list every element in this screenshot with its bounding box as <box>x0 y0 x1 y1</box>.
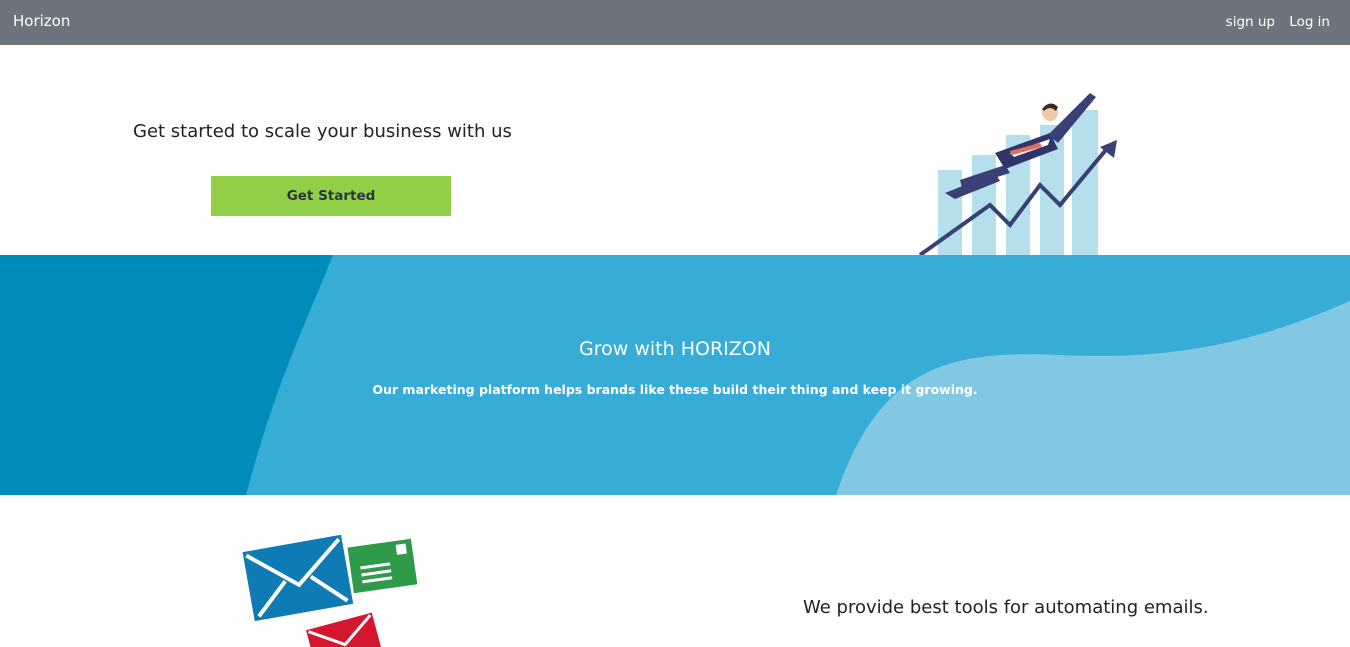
features-section: We provide best tools for automating ema… <box>0 495 1350 647</box>
top-navbar: Horizon sign up Log in <box>0 0 1350 45</box>
business-growth-illustration <box>918 93 1117 257</box>
log-in-link[interactable]: Log in <box>1289 14 1330 30</box>
banner-subtitle: Our marketing platform helps brands like… <box>372 382 978 397</box>
feature-description: We provide best tools for automating ema… <box>803 597 1209 618</box>
brand-logo-text[interactable]: Horizon <box>13 12 70 30</box>
banner-title: Grow with HORIZON <box>579 338 771 360</box>
grow-banner: Grow with HORIZON Our marketing platform… <box>0 255 1350 495</box>
nav-links: sign up Log in <box>1216 14 1330 30</box>
blue-envelope-icon <box>242 534 354 622</box>
hero-headline: Get started to scale your business with … <box>133 121 512 142</box>
chart-bar <box>938 170 962 255</box>
get-started-button[interactable]: Get Started <box>211 176 451 216</box>
chart-bar <box>1072 110 1098 255</box>
email-envelopes-illustration <box>242 534 418 647</box>
green-postcard-icon <box>347 538 418 594</box>
red-envelope-icon <box>306 612 383 647</box>
sign-up-link[interactable]: sign up <box>1226 14 1275 30</box>
banner-waves <box>0 255 1350 495</box>
hero-section: Get started to scale your business with … <box>0 45 1350 257</box>
